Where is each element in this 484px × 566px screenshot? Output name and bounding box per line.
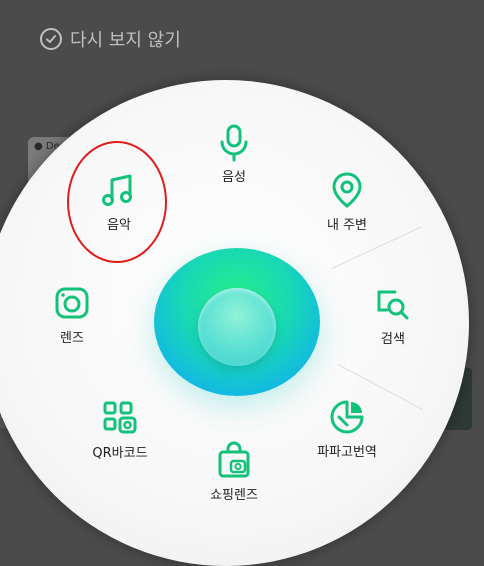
location-pin-icon xyxy=(332,172,362,208)
check-circle-icon xyxy=(40,28,62,50)
microphone-icon xyxy=(220,124,248,162)
menu-item-label: 내 주변 xyxy=(326,218,367,233)
menu-item-shopping-lens[interactable]: 쇼핑렌즈 xyxy=(189,440,279,503)
menu-item-label: QR바코드 xyxy=(92,446,148,461)
menu-item-search[interactable]: 검색 xyxy=(348,284,438,347)
shopping-bag-icon xyxy=(218,441,250,478)
menu-item-qr-barcode[interactable]: QR바코드 xyxy=(75,398,165,461)
camera-lens-icon xyxy=(55,287,89,319)
menu-item-voice[interactable]: 음성 xyxy=(189,122,279,185)
center-button-core xyxy=(198,288,276,366)
menu-item-label: 음성 xyxy=(222,170,246,185)
menu-item-papago-translate[interactable]: 파파고번역 xyxy=(302,397,392,460)
center-search-button[interactable] xyxy=(154,248,320,396)
menu-item-label: 검색 xyxy=(381,332,405,347)
search-icon xyxy=(377,290,409,320)
menu-item-label: 파파고번역 xyxy=(317,445,377,460)
translate-icon xyxy=(330,400,364,434)
qr-code-icon xyxy=(103,401,137,434)
dont-show-again-label: 다시 보지 않기 xyxy=(70,30,181,51)
menu-item-label: 렌즈 xyxy=(60,331,84,346)
menu-item-lens[interactable]: 렌즈 xyxy=(27,283,117,346)
dont-show-again-toggle[interactable]: 다시 보지 않기 xyxy=(40,24,181,54)
menu-item-label: 쇼핑렌즈 xyxy=(210,488,258,503)
red-highlight-circle xyxy=(67,141,167,263)
menu-item-nearby[interactable]: 내 주변 xyxy=(302,170,392,233)
